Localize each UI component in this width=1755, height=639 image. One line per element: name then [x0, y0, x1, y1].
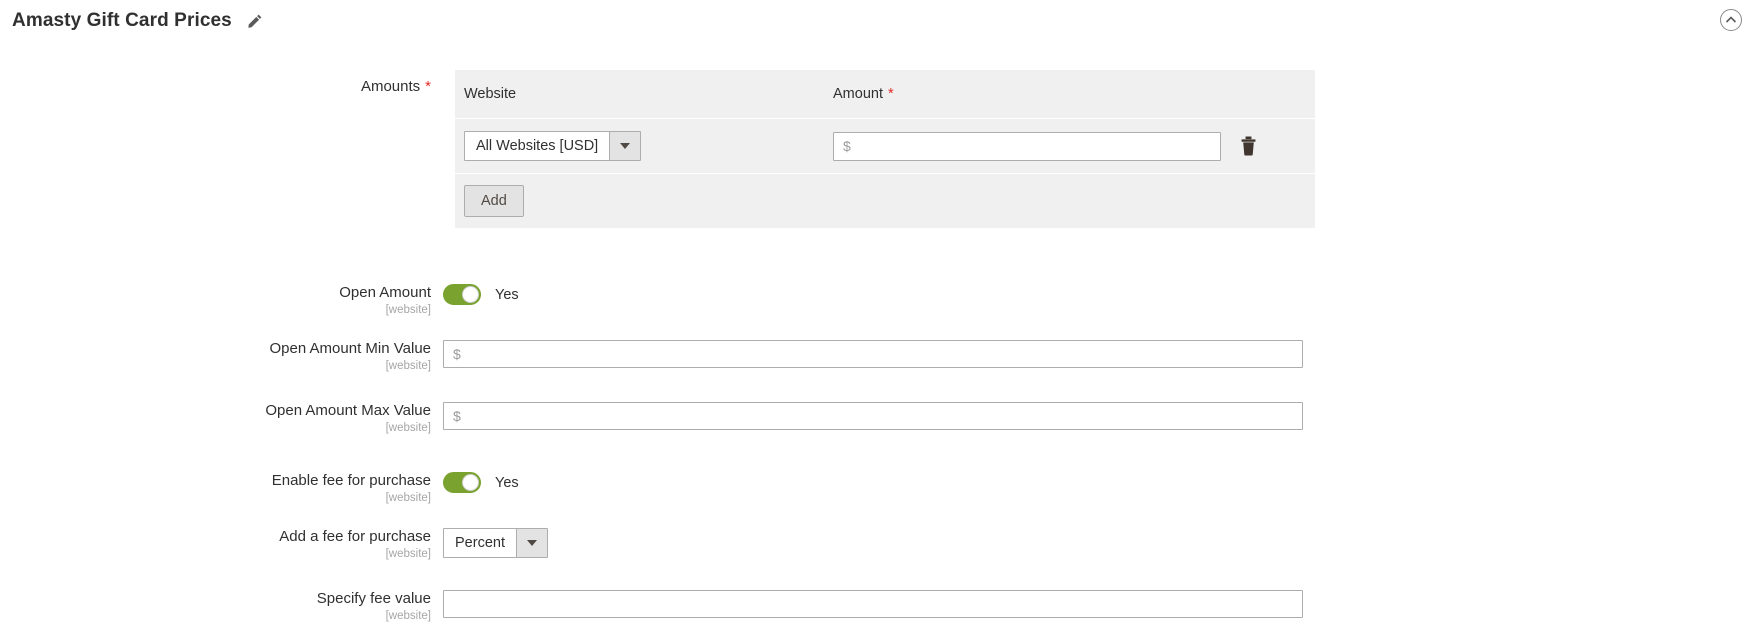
open-amount-row: Open Amount [website] Yes	[0, 284, 1755, 318]
open-amount-control: Yes	[443, 284, 1755, 305]
amounts-table: Website Amount* All Websites [USD] Add	[455, 70, 1315, 228]
open-amount-min-input[interactable]	[443, 340, 1303, 368]
fee-value-scope: [website]	[385, 610, 431, 622]
open-amount-max-scope: [website]	[385, 422, 431, 434]
open-amount-label: Open Amount	[339, 284, 431, 301]
open-amount-toggle[interactable]	[443, 284, 481, 305]
open-amount-min-row: Open Amount Min Value [website]	[0, 340, 1755, 374]
required-marker: *	[425, 78, 431, 95]
column-header-website-cell: Website	[455, 85, 833, 103]
amount-input[interactable]	[833, 131, 1221, 161]
open-amount-max-row: Open Amount Max Value [website]	[0, 402, 1755, 436]
pencil-icon[interactable]	[246, 12, 264, 30]
add-fee-control: Percent	[443, 528, 1755, 558]
column-header-amount: Amount *	[833, 86, 894, 102]
open-amount-min-label-col: Open Amount Min Value [website]	[0, 340, 443, 374]
toggle-knob	[462, 474, 479, 491]
open-amount-scope: [website]	[385, 304, 431, 316]
fee-value-row: Specify fee value [website]	[0, 590, 1755, 624]
fee-value-label-col: Specify fee value [website]	[0, 590, 443, 624]
chevron-down-icon[interactable]	[609, 132, 641, 160]
section-header: Amasty Gift Card Prices	[0, 0, 1755, 42]
page-title: Amasty Gift Card Prices	[12, 10, 232, 31]
amounts-label: Amounts *	[360, 78, 431, 95]
website-cell: All Websites [USD]	[464, 131, 833, 161]
fee-value-input[interactable]	[443, 590, 1303, 618]
open-amount-min-scope: [website]	[385, 360, 431, 372]
amount-required-marker: *	[887, 86, 894, 102]
amounts-table-footer: Add	[455, 174, 1315, 228]
add-fee-scope: [website]	[385, 548, 431, 560]
column-header-amount-cell: Amount *	[833, 85, 1315, 103]
enable-fee-scope: [website]	[385, 492, 431, 504]
open-amount-label-col: Open Amount [website]	[0, 284, 443, 318]
amounts-table-header: Website Amount *	[455, 70, 1315, 119]
website-select[interactable]: All Websites [USD]	[464, 131, 642, 161]
chevron-down-icon[interactable]	[515, 529, 547, 557]
add-fee-select-value: Percent	[455, 535, 505, 551]
enable-fee-toggle-text: Yes	[495, 474, 519, 491]
amounts-label-col: Amounts *	[0, 78, 443, 96]
column-header-website: Website	[464, 86, 517, 102]
website-select-value: All Websites [USD]	[476, 138, 599, 154]
enable-fee-label-col: Enable fee for purchase [website]	[0, 472, 443, 506]
enable-fee-label: Enable fee for purchase	[271, 472, 431, 489]
trash-icon[interactable]	[1239, 135, 1257, 157]
fee-value-label: Specify fee value	[316, 590, 431, 607]
enable-fee-row: Enable fee for purchase [website] Yes	[0, 472, 1755, 506]
amount-cell	[833, 131, 1315, 161]
enable-fee-toggle[interactable]	[443, 472, 481, 493]
chevron-up-circle-icon[interactable]	[1719, 8, 1743, 32]
open-amount-toggle-text: Yes	[495, 286, 519, 303]
open-amount-max-control	[443, 402, 1755, 430]
table-row: All Websites [USD]	[455, 119, 1315, 174]
add-fee-label-col: Add a fee for purchase [website]	[0, 528, 443, 562]
toggle-knob	[462, 286, 479, 303]
enable-fee-control: Yes	[443, 472, 1755, 493]
open-amount-max-label-col: Open Amount Max Value [website]	[0, 402, 443, 436]
open-amount-min-control	[443, 340, 1755, 368]
fee-value-control	[443, 590, 1755, 618]
add-button[interactable]: Add	[464, 185, 524, 217]
open-amount-max-label: Open Amount Max Value	[265, 402, 431, 419]
add-fee-label: Add a fee for purchase	[279, 528, 431, 545]
open-amount-min-label: Open Amount Min Value	[269, 340, 431, 357]
add-fee-select[interactable]: Percent	[443, 528, 548, 558]
open-amount-max-input[interactable]	[443, 402, 1303, 430]
add-fee-row: Add a fee for purchase [website] Percent	[0, 528, 1755, 562]
